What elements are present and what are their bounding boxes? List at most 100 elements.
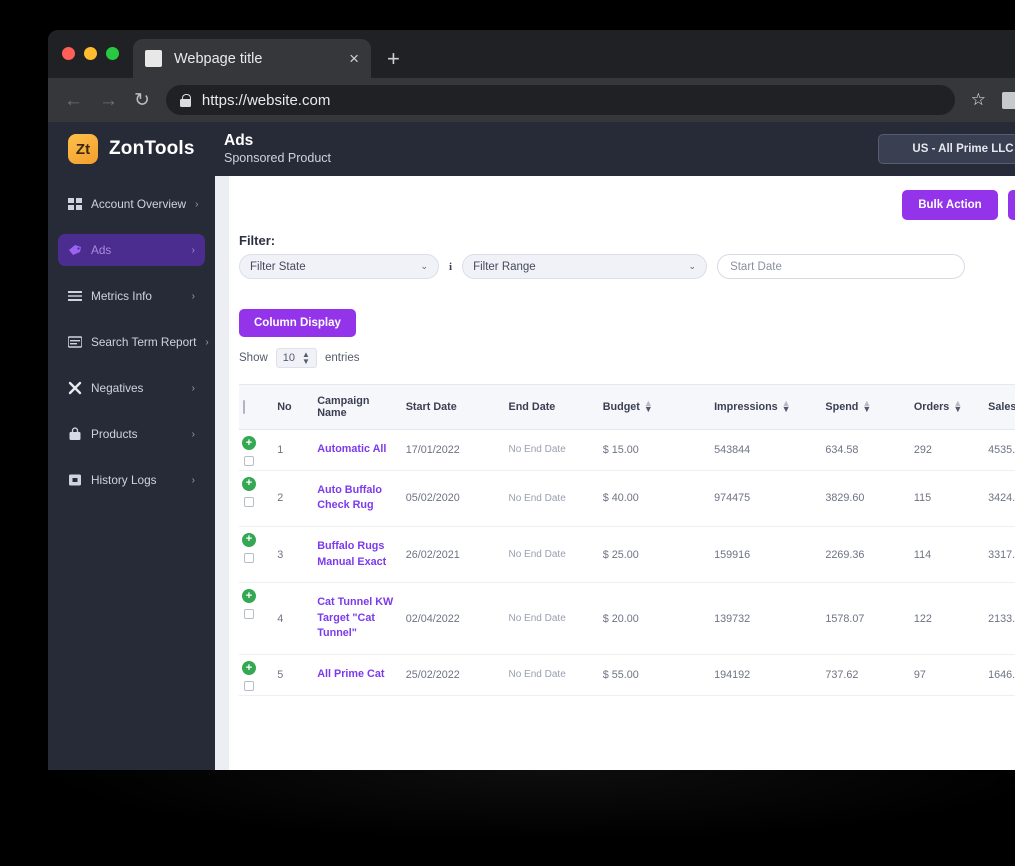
col-header-impressions[interactable]: Impressions ▲ ▼ bbox=[710, 384, 822, 430]
cell-sales: 3424.15 bbox=[984, 470, 1015, 527]
sort-icon[interactable]: ▲ ▼ bbox=[953, 399, 962, 414]
filter-state-value: Filter State bbox=[250, 260, 306, 273]
row-checkbox[interactable] bbox=[244, 496, 254, 507]
sidebar-item-search-term-report[interactable]: Search Term Report › bbox=[58, 326, 209, 358]
browser-tab-strip: Webpage title × + bbox=[48, 30, 1015, 78]
chevron-right-icon: › bbox=[191, 428, 195, 440]
sidebar-item-products[interactable]: Products › bbox=[58, 418, 205, 450]
row-checkbox[interactable] bbox=[244, 456, 254, 466]
cell-end-date: No End Date bbox=[504, 470, 599, 527]
back-icon[interactable]: ← bbox=[64, 91, 83, 110]
col-header-label: Sales bbox=[988, 401, 1015, 413]
sort-icon[interactable]: ▲ ▼ bbox=[862, 399, 871, 414]
col-header-budget[interactable]: Budget ▲ ▼ bbox=[598, 384, 711, 430]
table-head: No Campaign Name Start Date End Date Bud… bbox=[239, 384, 1015, 430]
close-window-button[interactable] bbox=[62, 46, 75, 60]
filter-range-select[interactable]: Filter Range ⌄ bbox=[462, 254, 708, 279]
col-header-campaign-name[interactable]: Campaign Name bbox=[313, 384, 402, 430]
minimize-window-button[interactable] bbox=[84, 46, 97, 60]
cell-start-date: 02/04/2022 bbox=[401, 582, 505, 656]
maximize-window-button[interactable] bbox=[106, 46, 119, 60]
sidebar-item-account-overview[interactable]: Account Overview › bbox=[58, 188, 205, 220]
table-row[interactable]: + 5 All Prime Cat 25/02/2022 No End Date… bbox=[239, 654, 1015, 696]
campaigns-table: No Campaign Name Start Date End Date Bud… bbox=[239, 384, 1015, 696]
col-header-sales[interactable]: Sales ▲▼ bbox=[984, 384, 1015, 430]
select-all-checkbox[interactable] bbox=[243, 400, 245, 414]
row-checkbox[interactable] bbox=[244, 681, 254, 692]
sidebar-item-metrics-info[interactable]: Metrics Info › bbox=[58, 280, 205, 312]
table-header-row: No Campaign Name Start Date End Date Bud… bbox=[239, 384, 1015, 430]
campaign-link[interactable]: Automatic All bbox=[317, 443, 386, 455]
cell-start-date: 17/01/2022 bbox=[401, 429, 505, 471]
cell-orders: 115 bbox=[909, 470, 985, 527]
col-header-orders[interactable]: Orders ▲ ▼ bbox=[909, 384, 985, 430]
cell-campaign-name[interactable]: Buffalo Rugs Manual Exact bbox=[313, 526, 402, 584]
chevron-down-icon: ⌄ bbox=[688, 261, 697, 271]
filter-range-value: Filter Range bbox=[473, 260, 536, 273]
row-checkbox[interactable] bbox=[244, 609, 254, 620]
expand-row-icon[interactable]: + bbox=[242, 476, 256, 491]
column-display-button[interactable]: Column Display bbox=[239, 309, 356, 337]
cell-campaign-name[interactable]: Cat Tunnel KW Target "Cat Tunnel" bbox=[313, 582, 402, 656]
expand-row-icon[interactable]: + bbox=[242, 532, 256, 547]
reload-icon[interactable]: ↻ bbox=[134, 91, 150, 110]
forward-icon[interactable]: → bbox=[99, 91, 118, 110]
campaign-link[interactable]: Buffalo Rugs Manual Exact bbox=[317, 540, 386, 568]
col-header-spend[interactable]: Spend ▲ ▼ bbox=[821, 384, 910, 430]
expand-row-icon[interactable]: + bbox=[242, 661, 256, 676]
cell-sales: 2133.05 bbox=[984, 582, 1015, 656]
extensions-icon[interactable] bbox=[1002, 91, 1015, 109]
table-row[interactable]: + 2 Auto Buffalo Check Rug 05/02/2020 No… bbox=[239, 470, 1015, 527]
cell-impressions: 159916 bbox=[710, 526, 822, 584]
sidebar-item-negatives[interactable]: Negatives › bbox=[58, 372, 205, 404]
address-bar[interactable]: https://website.com bbox=[165, 85, 955, 115]
sidebar-item-label: History Logs bbox=[91, 473, 157, 487]
table-row[interactable]: + 4 Cat Tunnel KW Target "Cat Tunnel" 02… bbox=[239, 582, 1015, 656]
filter-state-select[interactable]: Filter State ⌄ bbox=[239, 254, 439, 279]
secondary-action-button[interactable]: A bbox=[1007, 190, 1015, 220]
action-button-row: Bulk Action A bbox=[902, 190, 1015, 220]
table-row[interactable]: + 1 Automatic All 17/01/2022 No End Date… bbox=[239, 429, 1015, 471]
chevron-right-icon: › bbox=[191, 382, 195, 394]
cell-no: 5 bbox=[273, 654, 314, 696]
bookmark-star-icon[interactable]: ☆ bbox=[971, 90, 986, 110]
cell-campaign-name[interactable]: Auto Buffalo Check Rug bbox=[313, 470, 402, 527]
campaign-link[interactable]: All Prime Cat bbox=[317, 668, 384, 680]
new-tab-button[interactable]: + bbox=[387, 48, 400, 70]
cell-start-date: 25/02/2022 bbox=[401, 654, 505, 696]
app-logo[interactable]: Zt ZonTools bbox=[68, 134, 222, 164]
sidebar-item-history-logs[interactable]: History Logs › bbox=[58, 464, 205, 496]
browser-tab[interactable]: Webpage title × bbox=[133, 39, 371, 78]
col-header-start-date[interactable]: Start Date bbox=[401, 384, 505, 430]
sidebar-item-label: Products bbox=[91, 427, 138, 441]
expand-row-icon[interactable]: + bbox=[242, 436, 256, 450]
page-title: Ads bbox=[224, 131, 254, 149]
cell-start-date: 26/02/2021 bbox=[401, 526, 505, 584]
window-traffic-lights bbox=[62, 30, 119, 78]
cell-campaign-name[interactable]: All Prime Cat bbox=[313, 654, 402, 696]
account-selector[interactable]: US - All Prime LLC bbox=[878, 134, 1015, 164]
info-icon[interactable]: i bbox=[449, 261, 452, 273]
select-all-header[interactable] bbox=[239, 384, 274, 430]
sidebar-item-ads[interactable]: Ads › bbox=[58, 234, 205, 266]
cell-orders: 292 bbox=[909, 429, 985, 471]
col-header-end-date[interactable]: End Date bbox=[504, 384, 599, 430]
sort-icon[interactable]: ▲ ▼ bbox=[644, 399, 653, 414]
row-checkbox[interactable] bbox=[244, 552, 254, 563]
cell-no: 2 bbox=[273, 470, 314, 527]
close-icon[interactable]: × bbox=[349, 50, 359, 67]
table-row[interactable]: + 3 Buffalo Rugs Manual Exact 26/02/2021… bbox=[239, 526, 1015, 584]
cell-no: 3 bbox=[273, 526, 314, 584]
campaign-link[interactable]: Auto Buffalo Check Rug bbox=[317, 484, 382, 512]
browser-window: Webpage title × + ← → ↻ https://website.… bbox=[48, 30, 1015, 770]
bulk-action-button[interactable]: Bulk Action bbox=[902, 190, 998, 220]
cell-sales: 3317.05 bbox=[984, 526, 1015, 584]
sort-icon[interactable]: ▲ ▼ bbox=[782, 399, 791, 414]
campaign-link[interactable]: Cat Tunnel KW Target "Cat Tunnel" bbox=[317, 596, 393, 639]
expand-row-icon[interactable]: + bbox=[242, 589, 256, 604]
cell-no: 1 bbox=[273, 429, 314, 471]
cell-campaign-name[interactable]: Automatic All bbox=[313, 429, 402, 471]
entries-stepper[interactable]: 10 ▲ ▼ bbox=[275, 348, 317, 369]
start-date-input[interactable]: Start Date bbox=[717, 254, 966, 279]
col-header-no[interactable]: No bbox=[273, 384, 314, 430]
